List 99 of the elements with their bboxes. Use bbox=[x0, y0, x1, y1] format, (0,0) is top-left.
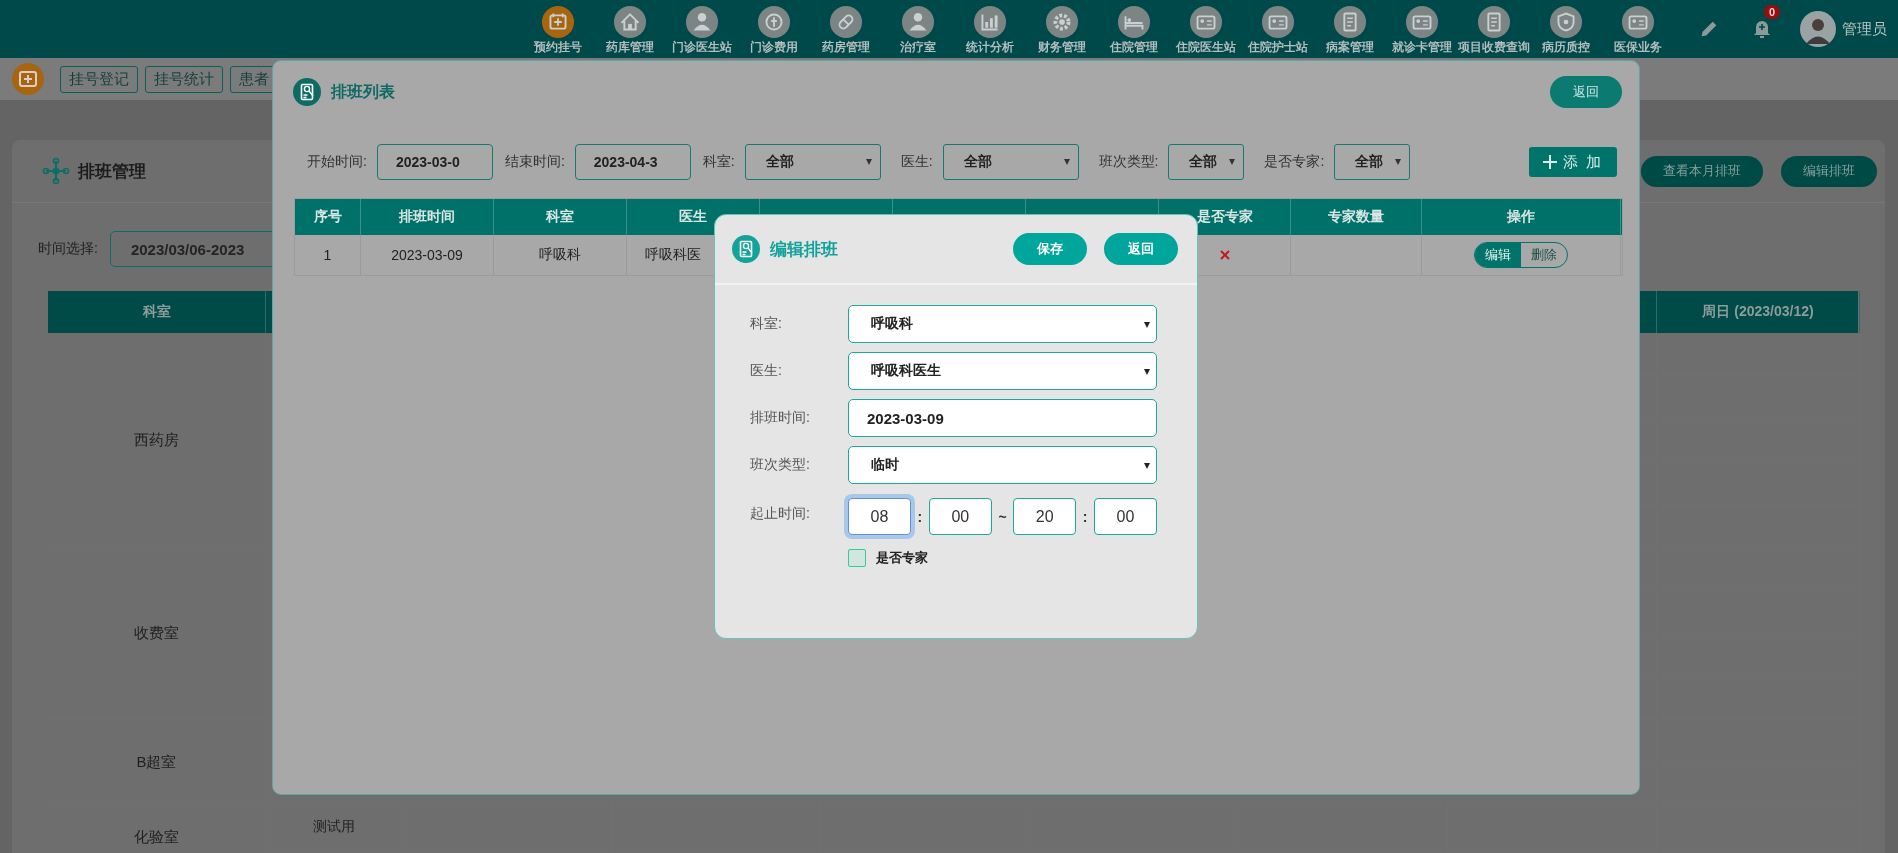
nav-item[interactable]: 就诊卡管理 bbox=[1386, 3, 1458, 55]
notification-badge: 0 bbox=[1764, 5, 1781, 19]
document-icon bbox=[1477, 5, 1511, 39]
dialog-button[interactable]: 保存 bbox=[1013, 233, 1087, 265]
column-header: 序号 bbox=[295, 199, 361, 235]
nav-item[interactable]: 病案管理 bbox=[1314, 3, 1386, 55]
house-icon bbox=[613, 5, 647, 39]
dropdown[interactable]: 临时 bbox=[848, 446, 1157, 484]
column-header: 操作 bbox=[1422, 199, 1621, 235]
bed-icon bbox=[1117, 5, 1151, 39]
table-cell: 呼吸科医 bbox=[645, 246, 701, 264]
separator: : bbox=[1082, 508, 1088, 525]
nav-item[interactable]: 医保业务 bbox=[1602, 3, 1674, 55]
action-button[interactable]: 删除 bbox=[1521, 243, 1567, 267]
field-label: 科室: bbox=[750, 315, 783, 333]
field-label: 班次类型: bbox=[750, 456, 811, 474]
avatar[interactable] bbox=[1800, 11, 1836, 47]
nav-item[interactable]: 预约挂号 bbox=[522, 3, 594, 55]
nav-item[interactable]: 药房管理 bbox=[810, 3, 882, 55]
table-cell: 收费室 bbox=[134, 624, 179, 643]
field-label: 结束时间: bbox=[504, 153, 565, 171]
nav-item[interactable]: 住院管理 bbox=[1098, 3, 1170, 55]
field-label: 开始时间: bbox=[307, 153, 367, 171]
nav-item[interactable]: 统计分析 bbox=[954, 3, 1026, 55]
table-cell: 呼吸科 bbox=[539, 246, 581, 264]
calendar-icon bbox=[541, 5, 575, 39]
document-search-icon bbox=[732, 235, 760, 263]
field-label: 班次类型: bbox=[1098, 153, 1159, 171]
id-card-icon bbox=[1261, 5, 1295, 39]
table-cell: 1 bbox=[323, 247, 332, 263]
document-search-icon bbox=[293, 78, 321, 106]
column-header: 周日 (2023/03/12) bbox=[1657, 291, 1860, 333]
pill-button[interactable]: 查看本月排班 bbox=[1641, 155, 1763, 187]
pill-button[interactable]: 编辑排班 bbox=[1781, 155, 1877, 187]
nav-item[interactable]: 住院护士站 bbox=[1242, 3, 1314, 55]
column-header: 科室 bbox=[48, 291, 266, 333]
time-field[interactable]: 00 bbox=[1094, 498, 1157, 535]
checkbox[interactable] bbox=[848, 549, 866, 567]
checkbox-label: 是否专家 bbox=[876, 549, 928, 567]
separator: ~ bbox=[998, 508, 1007, 525]
dropdown[interactable]: 全部 bbox=[1334, 144, 1411, 180]
dropdown[interactable]: 全部 bbox=[1168, 144, 1245, 180]
tab[interactable]: 挂号登记 bbox=[60, 65, 138, 93]
dropdown[interactable]: 呼吸科 bbox=[848, 305, 1157, 343]
nodes-icon bbox=[42, 157, 70, 185]
shield-icon bbox=[1549, 5, 1583, 39]
document-icon bbox=[1333, 5, 1367, 39]
action-button[interactable]: 编辑 bbox=[1475, 243, 1521, 267]
date-field[interactable]: 2023-03-0 bbox=[376, 144, 493, 180]
nav-item[interactable]: 项目收费查询 bbox=[1458, 3, 1530, 55]
time-field[interactable]: 00 bbox=[928, 498, 992, 535]
id-card-icon bbox=[1405, 5, 1439, 39]
back-button[interactable]: 返回 bbox=[1550, 76, 1622, 108]
nav-item[interactable]: 门诊医生站 bbox=[666, 3, 738, 55]
pill-icon bbox=[829, 5, 863, 39]
table-cell: 测试用 bbox=[313, 818, 355, 836]
field-label: 是否专家: bbox=[1264, 153, 1325, 171]
date-field[interactable]: 2023-03-09 bbox=[848, 399, 1157, 437]
dropdown[interactable]: 呼吸科医生 bbox=[848, 352, 1157, 390]
calendar-icon bbox=[12, 63, 44, 95]
panel-title: 排班管理 bbox=[78, 160, 146, 183]
date-field[interactable]: 2023-04-3 bbox=[574, 144, 691, 180]
table-cell: 2023-03-09 bbox=[391, 247, 463, 263]
dropdown[interactable]: 全部 bbox=[744, 144, 881, 180]
nav-item[interactable]: 财务管理 bbox=[1026, 3, 1098, 55]
field-label: 医生: bbox=[750, 362, 783, 380]
nav-item[interactable]: 治疗室 bbox=[882, 3, 954, 55]
nav-item[interactable]: 药库管理 bbox=[594, 3, 666, 55]
field-label: 医生: bbox=[900, 153, 933, 171]
nav-item[interactable]: 住院医生站 bbox=[1170, 3, 1242, 55]
gear-icon bbox=[1045, 5, 1079, 39]
bar-chart-icon bbox=[973, 5, 1007, 39]
dialog-title: 排班列表 bbox=[331, 81, 395, 102]
person-icon bbox=[901, 5, 935, 39]
person-icon bbox=[685, 5, 719, 39]
separator: : bbox=[917, 508, 923, 525]
user-name[interactable]: 管理员 bbox=[1842, 19, 1887, 39]
field-label: 排班时间: bbox=[750, 409, 811, 427]
coin-icon bbox=[757, 5, 791, 39]
dialog-title: 编辑排班 bbox=[770, 238, 838, 261]
column-header: 排班时间 bbox=[361, 199, 494, 235]
table-cell: B超室 bbox=[136, 753, 177, 772]
field-label: 起止时间: bbox=[750, 505, 811, 523]
dialog-button[interactable]: 返回 bbox=[1104, 233, 1178, 265]
dropdown[interactable]: 全部 bbox=[942, 144, 1079, 180]
field-label: 时间选择: bbox=[38, 240, 98, 258]
time-field[interactable]: 20 bbox=[1013, 498, 1077, 535]
nav-item[interactable]: 门诊费用 bbox=[738, 3, 810, 55]
nav-item[interactable]: 病历质控 bbox=[1530, 3, 1602, 55]
plus-icon bbox=[1542, 155, 1557, 169]
column-header: 专家数量 bbox=[1291, 199, 1422, 235]
id-card-icon bbox=[1189, 5, 1223, 39]
tab[interactable]: 挂号统计 bbox=[145, 65, 223, 93]
table-cell: 化验室 bbox=[134, 828, 179, 847]
field-label: 科室: bbox=[702, 153, 735, 171]
add-button[interactable]: 添 加 bbox=[1528, 147, 1617, 177]
column-header: 科室 bbox=[494, 199, 627, 235]
table-cell: 西药房 bbox=[134, 430, 179, 450]
id-card-icon bbox=[1621, 5, 1655, 39]
